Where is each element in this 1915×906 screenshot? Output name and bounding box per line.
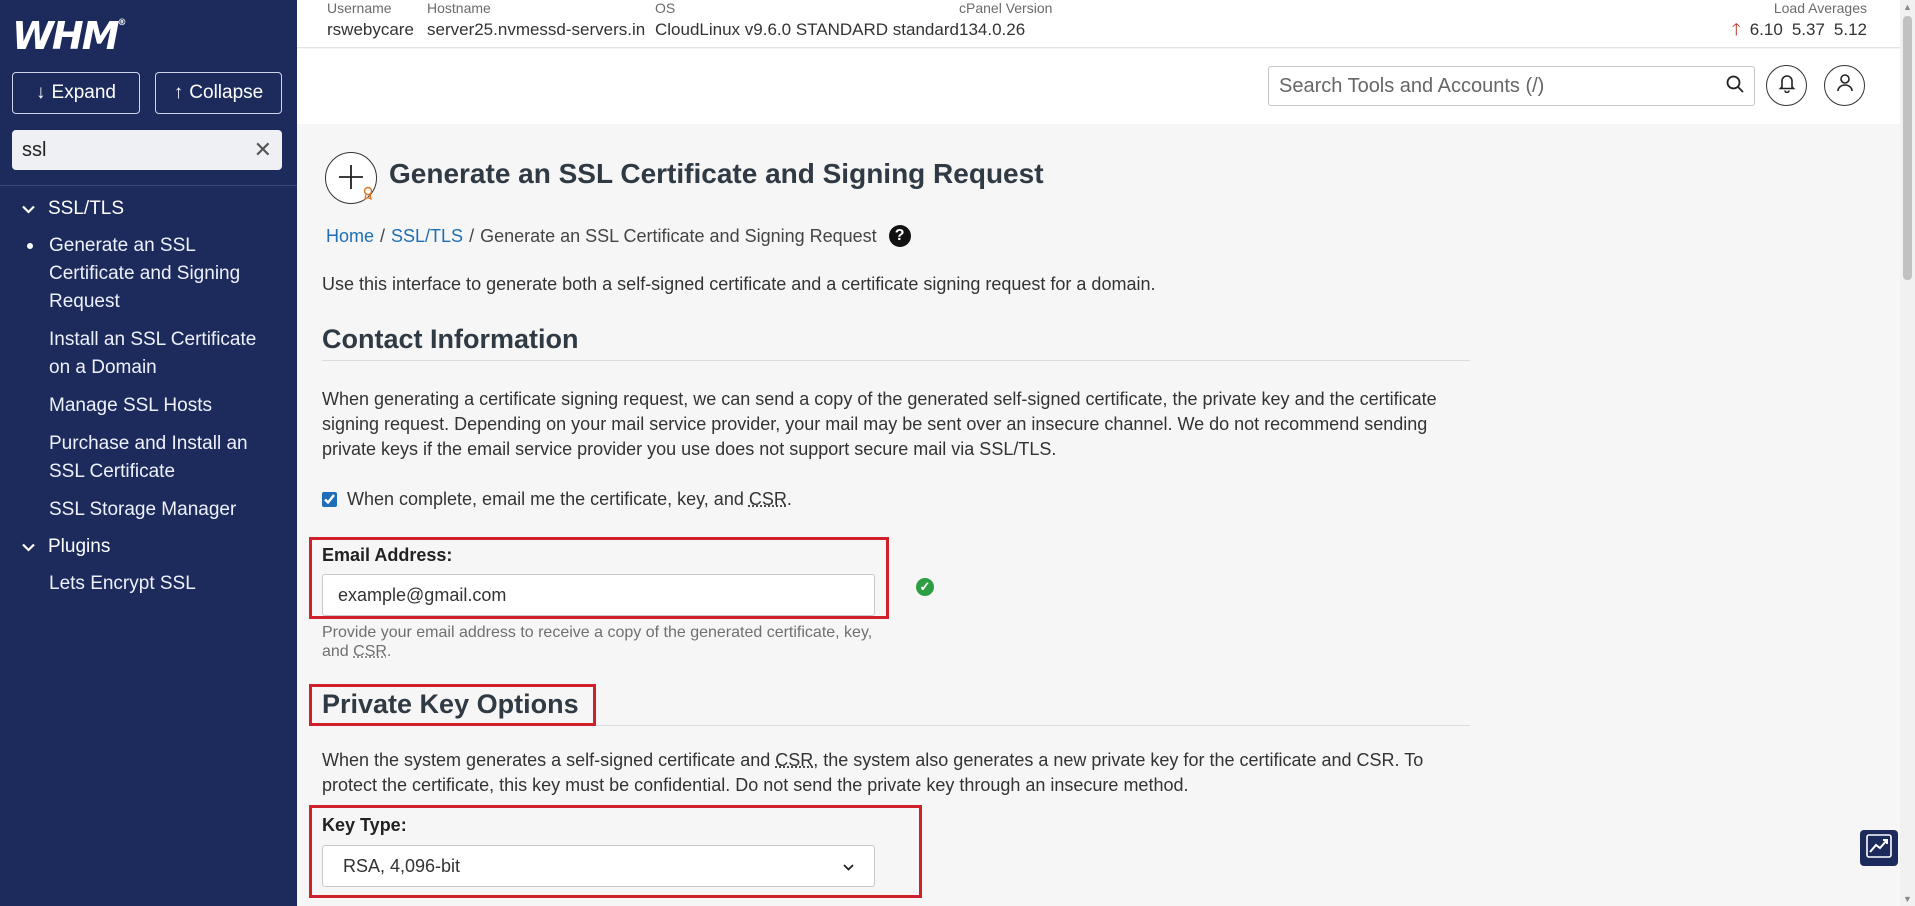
section-divider <box>322 360 1470 361</box>
cpanel-version-info: cPanel Version 134.0.26 <box>959 0 1052 43</box>
load-up-arrow-icon: 🡑 <box>1731 20 1741 39</box>
load-averages-label: Load Averages <box>1773 0 1867 16</box>
breadcrumb: Home / SSL/TLS / Generate an SSL Certifi… <box>326 225 911 247</box>
cpanel-version-value: 134.0.26 <box>959 20 1026 39</box>
scrollbar-thumb[interactable] <box>1903 16 1912 280</box>
email-me-label-text: When complete, email me the certificate,… <box>347 489 749 509</box>
load-averages: Load Averages 🡑 6.10 5.37 5.12 <box>1732 0 1867 43</box>
arrow-down-icon: ↓ <box>36 82 46 103</box>
stats-panel-button[interactable] <box>1860 830 1898 866</box>
load-5min: 5.37 <box>1791 20 1825 39</box>
whm-logo[interactable]: WHM® <box>12 14 127 58</box>
chevron-down-icon <box>22 198 36 220</box>
contact-information-heading: Contact Information <box>322 324 579 354</box>
main-content: Generate an SSL Certificate and Signing … <box>297 124 1900 906</box>
email-me-label: When complete, email me the certificate,… <box>347 489 792 510</box>
sidebar-group-label: SSL/TLS <box>48 198 125 219</box>
scroll-down-icon[interactable]: ▼ <box>1903 894 1912 904</box>
os-label: OS <box>655 0 676 16</box>
private-key-text-start: When the system generates a self-signed … <box>322 750 776 770</box>
email-me-label-end: . <box>786 489 792 509</box>
user-menu-button[interactable] <box>1824 65 1865 106</box>
load-15min: 5.12 <box>1833 20 1867 39</box>
sidebar-item-purchase-ssl[interactable]: Purchase and Install an SSL Certificate <box>0 430 297 486</box>
help-icon[interactable]: ? <box>888 225 911 247</box>
breadcrumb-separator: / <box>469 225 475 246</box>
sidebar-item-lets-encrypt[interactable]: Lets Encrypt SSL <box>0 570 297 598</box>
sidebar-item-manage-ssl-hosts[interactable]: Manage SSL Hosts <box>0 392 297 420</box>
logo-text: WHM <box>12 14 120 58</box>
private-key-options-highlight <box>309 684 596 726</box>
csr-abbr: CSR <box>353 643 387 660</box>
hostname-value: server25.nvmessd-servers.in <box>427 20 646 39</box>
scroll-up-icon[interactable]: ▲ <box>1903 2 1912 12</box>
clear-search-icon[interactable]: ✕ <box>254 139 272 161</box>
generate-ssl-page-icon <box>325 152 377 204</box>
username-value: rswebycare <box>327 20 414 39</box>
csr-abbr: CSR <box>775 750 814 770</box>
sidebar-nav: SSL/TLS Generate an SSL Certificate and … <box>0 196 297 608</box>
notifications-button[interactable] <box>1766 65 1807 106</box>
sidebar-item-ssl-storage[interactable]: SSL Storage Manager <box>0 496 297 524</box>
collapse-label: Collapse <box>189 82 264 103</box>
tools-search-input[interactable] <box>1279 74 1726 98</box>
user-icon <box>1836 73 1854 98</box>
sidebar-search: ✕ <box>12 130 282 170</box>
email-help-text: Provide your email address to receive a … <box>322 623 882 661</box>
username-label: Username <box>327 0 392 16</box>
key-type-highlight <box>309 805 922 898</box>
load-1min: 6.10 <box>1749 20 1783 39</box>
sidebar-group-ssl-tls[interactable]: SSL/TLS <box>0 196 297 222</box>
chevron-down-icon <box>22 536 36 558</box>
breadcrumb-separator: / <box>380 225 386 246</box>
arrow-up-icon: ↑ <box>173 82 184 103</box>
page-title: Generate an SSL Certificate and Signing … <box>389 158 1044 189</box>
trend-chart-icon <box>1866 833 1892 863</box>
expand-button[interactable]: ↓ Expand <box>12 72 140 114</box>
expand-label: Expand <box>51 82 116 103</box>
sidebar-item-generate-ssl[interactable]: Generate an SSL Certificate and Signing … <box>0 232 297 316</box>
breadcrumb-current: Generate an SSL Certificate and Signing … <box>480 225 877 246</box>
load-averages-values: 🡑 6.10 5.37 5.12 <box>1732 17 1867 43</box>
os-info: OS CloudLinux v9.6.0 STANDARD standard <box>655 0 959 43</box>
hostname-label: Hostname <box>427 0 491 16</box>
email-help-text-body: Provide your email address to receive a … <box>322 624 873 660</box>
csr-abbr: CSR <box>748 489 787 509</box>
hostname-info: Hostname server25.nvmessd-servers.in <box>427 0 645 43</box>
page-scrollbar[interactable]: ▲ ▼ <box>1900 0 1915 906</box>
sidebar: WHM® ↓ Expand ↑ Collapse ✕ SSL/TLS Gener… <box>0 0 297 906</box>
bell-icon <box>1778 73 1796 98</box>
page-description: Use this interface to generate both a se… <box>322 274 1156 294</box>
sidebar-search-input[interactable] <box>22 138 242 162</box>
contact-information-text: When generating a certificate signing re… <box>322 389 1437 459</box>
os-value: CloudLinux v9.6.0 STANDARD standard <box>655 20 959 39</box>
breadcrumb-ssl-tls[interactable]: SSL/TLS <box>391 226 463 247</box>
toolbar <box>297 49 1900 124</box>
cpanel-version-label: cPanel Version <box>959 0 1053 16</box>
sidebar-group-plugins[interactable]: Plugins <box>0 534 297 560</box>
email-help-text-end: . <box>386 643 392 660</box>
breadcrumb-home[interactable]: Home <box>326 226 374 247</box>
valid-check-icon: ✓ <box>916 578 934 596</box>
username-info: Username rswebycare <box>327 0 414 43</box>
tools-search <box>1268 66 1755 106</box>
email-me-option: When complete, email me the certificate,… <box>322 489 792 510</box>
email-address-highlight <box>309 537 889 619</box>
email-me-checkbox[interactable] <box>322 492 337 507</box>
search-icon[interactable] <box>1726 75 1744 98</box>
collapse-button[interactable]: ↑ Collapse <box>155 72 282 114</box>
server-info-bar: Username rswebycare Hostname server25.nv… <box>297 0 1900 48</box>
logo-registered-mark: ® <box>117 18 127 28</box>
sidebar-group-label: Plugins <box>48 536 111 557</box>
sidebar-divider <box>0 185 297 186</box>
sidebar-item-install-ssl[interactable]: Install an SSL Certificate on a Domain <box>0 326 297 382</box>
private-key-text: When the system generates a self-signed … <box>322 748 1472 798</box>
